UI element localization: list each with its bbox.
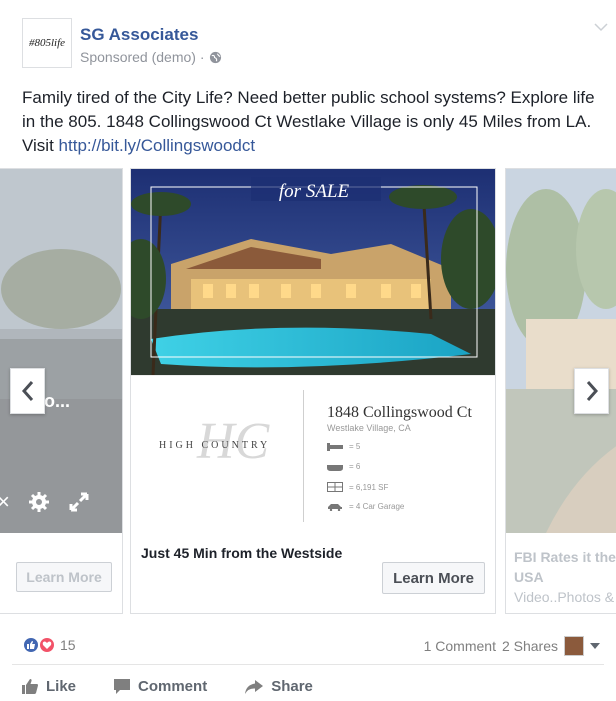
carousel: voo... × Learn More xyxy=(0,168,616,614)
gear-icon[interactable] xyxy=(28,491,50,513)
fullscreen-icon[interactable] xyxy=(68,491,90,513)
chevron-left-icon xyxy=(21,381,33,401)
sponsored-label: Sponsored (demo) · xyxy=(80,49,222,65)
spec-beds: = 5 xyxy=(327,442,360,451)
comment-button[interactable]: Comment xyxy=(114,678,207,695)
next-card-caption: FBI Rates it the USA Video..Photos & xyxy=(514,547,616,607)
post-link[interactable]: http://bit.ly/Collingswoodct xyxy=(59,136,256,155)
reactions-summary[interactable]: 15 xyxy=(22,636,76,654)
card-caption: Just 45 Min from the Westside xyxy=(141,545,343,561)
brand-name: HIGH COUNTRY xyxy=(159,440,271,451)
for-sale-overlay: for SALE xyxy=(279,181,350,202)
avatar[interactable] xyxy=(564,636,584,656)
engagement-stats: 1 Comment 2 Shares xyxy=(424,636,600,656)
listing-address: 1848 Collingswood Ct xyxy=(327,404,472,421)
comments-count-link[interactable]: 1 Comment xyxy=(424,638,496,654)
next-caption-line1: FBI Rates it the xyxy=(514,549,616,565)
divider-line xyxy=(303,390,304,522)
bed-icon xyxy=(327,442,343,451)
carousel-next-button[interactable] xyxy=(574,368,609,414)
spec-baths: = 6 xyxy=(327,462,360,471)
globe-icon xyxy=(209,51,221,63)
caret-down-icon[interactable] xyxy=(590,643,600,649)
share-button[interactable]: Share xyxy=(245,678,313,695)
like-button[interactable]: Like xyxy=(22,678,76,695)
chevron-right-icon xyxy=(586,381,598,401)
video-controls: × xyxy=(0,489,90,515)
carousel-prev-button[interactable] xyxy=(10,368,45,414)
divider xyxy=(12,664,604,665)
comment-label: Comment xyxy=(138,678,208,695)
like-label: Like xyxy=(46,678,77,695)
spec-area: = 6,191 SF xyxy=(327,482,388,492)
thumbs-up-icon xyxy=(22,679,38,694)
share-label: Share xyxy=(271,678,313,695)
listing-info: HC HIGH COUNTRY 1848 Collingswood Ct Wes… xyxy=(131,375,495,534)
comment-icon xyxy=(114,679,131,694)
close-icon[interactable]: × xyxy=(0,489,10,515)
learn-more-button[interactable]: Learn More xyxy=(382,562,485,594)
post-body: Family tired of the City Life? Need bett… xyxy=(22,86,602,158)
spec-garage: = 4 Car Garage xyxy=(327,502,404,511)
next-caption-line3: Video..Photos & xyxy=(514,589,615,605)
next-card-image xyxy=(506,169,616,533)
reaction-count: 15 xyxy=(60,637,76,653)
house-image: for SALE xyxy=(131,169,495,375)
listing-city: Westlake Village, CA xyxy=(327,423,411,433)
action-bar: Like Comment Share xyxy=(22,678,313,695)
post-options-icon[interactable] xyxy=(594,22,608,32)
carousel-card-main[interactable]: for SALE HC HIGH COUNTRY 1848 Collingswo… xyxy=(130,168,496,614)
previous-learn-more-button[interactable]: Learn More xyxy=(16,562,112,592)
spec-area-value: = 6,191 SF xyxy=(349,482,389,492)
love-reaction-icon xyxy=(38,636,56,654)
spec-baths-value: = 6 xyxy=(349,462,361,471)
floorplan-icon xyxy=(327,482,343,492)
next-caption-line2: USA xyxy=(514,569,544,585)
previous-card-image xyxy=(0,169,122,533)
car-icon xyxy=(328,503,342,511)
bath-icon xyxy=(327,464,343,471)
share-arrow-icon xyxy=(245,679,264,694)
sponsored-text: Sponsored (demo) · xyxy=(80,49,205,65)
page-logo[interactable]: #805life xyxy=(22,18,72,68)
shares-count-link[interactable]: 2 Shares xyxy=(502,638,558,654)
ad-post: #805life SG Associates Sponsored (demo) … xyxy=(0,0,616,701)
spec-garage-value: = 4 Car Garage xyxy=(349,502,405,511)
spec-beds-value: = 5 xyxy=(349,442,361,451)
page-name-link[interactable]: SG Associates xyxy=(80,25,198,45)
logo-text: #805life xyxy=(28,37,66,49)
